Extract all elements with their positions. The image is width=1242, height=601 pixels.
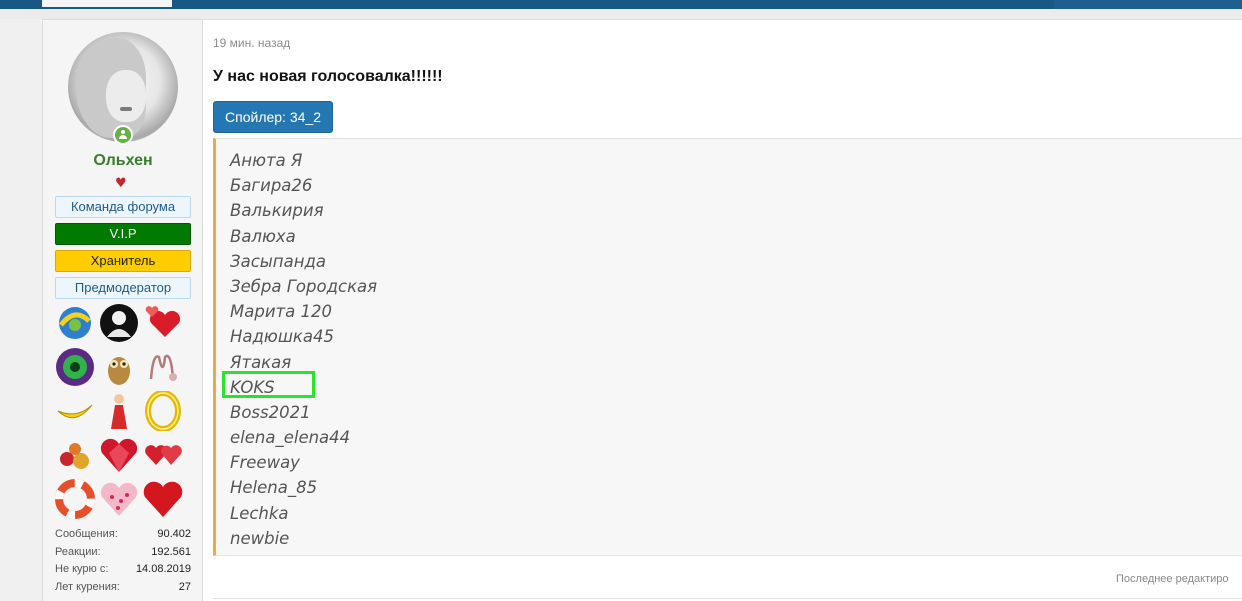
spoiler-button[interactable]: Спойлер: 34_2 xyxy=(213,101,333,133)
badge-vip: V.I.P xyxy=(55,223,191,245)
lady-icon[interactable] xyxy=(99,391,139,431)
name-list-item: Засыпанда xyxy=(230,251,326,271)
badge-premoderator: Предмодератор xyxy=(55,277,191,299)
owl-icon[interactable] xyxy=(99,347,139,387)
user-info-panel: Ольхен ♥ Команда форума V.I.P Хранитель … xyxy=(43,20,203,601)
rose-hearts-icon[interactable] xyxy=(55,435,95,475)
name-list-item: Зебра Городская xyxy=(230,276,378,296)
post-content: 19 мин. назад У нас новая голосовалка!!!… xyxy=(203,20,1242,601)
eye-icon[interactable] xyxy=(55,347,95,387)
user-stats: Сообщения: 90.402 Реакции: 192.561 Не курю… xyxy=(55,528,191,598)
stat-reactions: Реакции: 192.561 xyxy=(55,545,191,558)
red-heart-icon[interactable] xyxy=(143,479,183,519)
badge-keeper: Хранитель xyxy=(55,250,191,272)
stat-quit-date: Не курю с: 14.08.2019 xyxy=(55,563,191,575)
name-list-item: newbie xyxy=(230,528,290,548)
name-list-item: Freeway xyxy=(230,453,300,473)
post-time[interactable]: 19 мин. назад xyxy=(213,36,290,50)
stat-messages: Сообщения: 90.402 xyxy=(55,528,191,540)
ruby-heart-icon[interactable] xyxy=(99,435,139,475)
name-list-item: Валькирия xyxy=(230,201,324,221)
banana-icon[interactable] xyxy=(55,391,95,431)
hearts-icon[interactable] xyxy=(143,303,183,343)
forum-post: Ольхен ♥ Команда форума V.I.P Хранитель … xyxy=(42,19,1242,601)
name-list-item: Boss2021 xyxy=(230,402,311,422)
spoiler-content: Анюта Я Багира26 Валькирия Валюха Засыпанда З… xyxy=(213,138,1242,556)
name-list-item: Надюшка45 xyxy=(230,327,334,347)
name-list-item: Багира26 xyxy=(230,176,313,196)
active-nav-tab[interactable] xyxy=(42,0,172,7)
name-list-item: Марита 120 xyxy=(230,302,333,322)
monogram-icon[interactable] xyxy=(143,347,183,387)
online-status-icon xyxy=(113,125,133,145)
lifebuoy-icon[interactable] xyxy=(55,479,95,519)
stat-smoking-years: Лет курения: 27 xyxy=(55,580,191,593)
last-edited-note: Последнее редактиро xyxy=(1116,573,1229,585)
name-list-item: Helena_85 xyxy=(230,478,318,498)
badge-forum-team: Команда форума xyxy=(55,196,191,218)
name-list-item: Lechka xyxy=(230,503,289,523)
nav-tab-right[interactable] xyxy=(1054,0,1242,9)
dotted-heart-icon[interactable] xyxy=(99,479,139,519)
name-list-item: Анюта Я xyxy=(230,151,303,170)
highlight-box xyxy=(222,371,315,398)
gold-ring-icon[interactable] xyxy=(143,390,183,432)
name-list-item: Валюха xyxy=(230,226,296,246)
sub-nav-bar xyxy=(0,9,1242,19)
divider xyxy=(213,598,1242,599)
sports-badge-icon[interactable] xyxy=(55,303,95,343)
page-gutter xyxy=(0,19,42,601)
broken-heart-icon: ♥ xyxy=(115,176,127,191)
name-list: Анюта Я Багира26 Валькирия Валюха Засыпанда З… xyxy=(230,148,377,551)
username[interactable]: Ольхен xyxy=(43,152,203,170)
twin-hearts-icon[interactable] xyxy=(143,435,183,475)
top-nav-bar xyxy=(0,0,1242,9)
name-list-item: elena_elena44 xyxy=(230,428,351,448)
post-headline: У нас новая голосовалка!!!!!! xyxy=(213,68,443,85)
silhouette-icon[interactable] xyxy=(99,303,139,343)
